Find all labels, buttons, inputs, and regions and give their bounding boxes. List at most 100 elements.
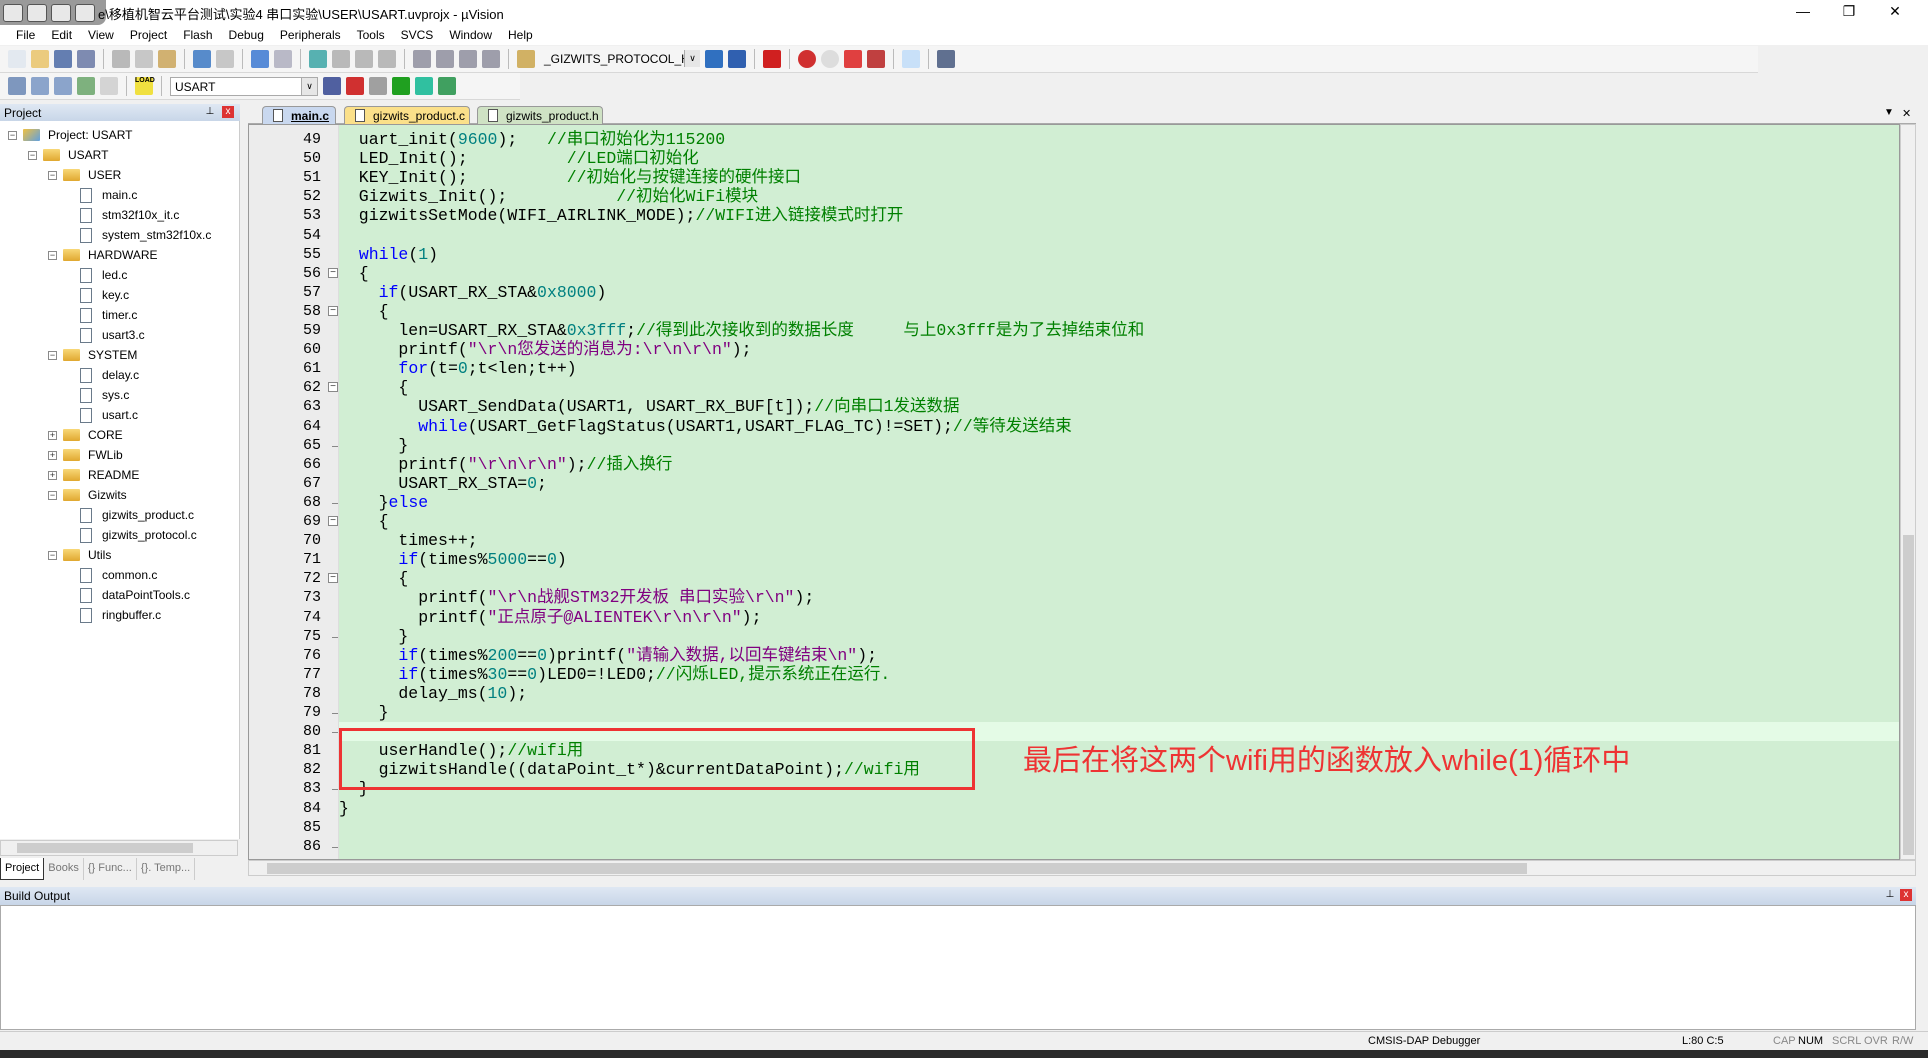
uncomment-icon[interactable] — [482, 50, 500, 68]
target-combo[interactable]: USART ∨ — [170, 76, 318, 96]
code-line[interactable]: if(times%30==0)LED0=!LED0;//闪烁LED,提示系统正在… — [339, 665, 890, 684]
panel-tab-books[interactable]: Books — [44, 858, 84, 880]
browse-icon[interactable] — [728, 50, 746, 68]
expand-icon[interactable]: + — [48, 470, 57, 480]
save-all-icon[interactable] — [77, 50, 95, 68]
menu-window[interactable]: Window — [441, 25, 500, 45]
tab-gizwits_product-h[interactable]: gizwits_product.h — [477, 106, 603, 124]
window-layout-icon[interactable] — [902, 50, 920, 68]
collapse-icon[interactable]: − — [8, 130, 17, 140]
pack-installer-icon[interactable] — [415, 77, 433, 95]
tree-item-sys-c[interactable]: sys.c — [80, 385, 129, 405]
menu-tools[interactable]: Tools — [349, 25, 393, 45]
tree-item-delay-c[interactable]: delay.c — [80, 365, 139, 385]
code-line[interactable]: { — [339, 512, 389, 531]
file-extensions-icon[interactable] — [369, 77, 387, 95]
kill-breakpoints-icon[interactable] — [867, 50, 885, 68]
find-in-files-icon[interactable] — [517, 50, 535, 68]
batch-build-icon[interactable] — [77, 77, 95, 95]
code-line[interactable]: if(times%5000==0) — [339, 550, 566, 569]
editor-horizontal-scrollbar[interactable] — [248, 860, 1916, 876]
fold-toggle-icon[interactable]: − — [328, 573, 338, 584]
menu-peripherals[interactable]: Peripherals — [272, 25, 349, 45]
chevron-down-icon[interactable]: ∨ — [301, 77, 317, 95]
tab-list-button[interactable]: ▼ — [1884, 107, 1894, 118]
menu-view[interactable]: View — [80, 25, 122, 45]
incremental-find-icon[interactable] — [705, 50, 723, 68]
code-line[interactable]: } — [339, 703, 389, 722]
code-line[interactable]: delay_ms(10); — [339, 684, 527, 703]
code-line[interactable]: KEY_Init(); //初始化与按键连接的硬件接口 — [339, 168, 801, 187]
tree-item-stm32f10x-it-c[interactable]: stm32f10x_it.c — [80, 205, 179, 225]
code-line[interactable]: } — [339, 799, 349, 818]
collapse-icon[interactable]: − — [48, 550, 57, 560]
panel-tab-functions[interactable]: {} Func... — [84, 858, 137, 880]
close-button[interactable]: ✕ — [1872, 0, 1918, 25]
stop-build-icon[interactable] — [100, 77, 118, 95]
fold-toggle-icon[interactable]: − — [328, 382, 338, 393]
code-line[interactable]: if(USART_RX_STA&0x8000) — [339, 283, 607, 302]
undo-icon[interactable] — [193, 50, 211, 68]
tree-item-gizwits-product-c[interactable]: gizwits_product.c — [80, 505, 194, 525]
code-line[interactable]: USART_RX_STA=0; — [339, 474, 547, 493]
menu-flash[interactable]: Flash — [175, 25, 220, 45]
code-line[interactable]: } — [339, 627, 408, 646]
tree-item-system[interactable]: − SYSTEM — [48, 345, 137, 365]
next-bookmark-icon[interactable] — [355, 50, 373, 68]
code-line[interactable]: USART_SendData(USART1, USART_RX_BUF[t]);… — [339, 397, 959, 416]
code-line[interactable]: }else — [339, 493, 429, 512]
tree-item-datapointtools-c[interactable]: dataPointTools.c — [80, 585, 190, 605]
tree-item-fwlib[interactable]: + FWLib — [48, 445, 123, 465]
unindent-icon[interactable] — [436, 50, 454, 68]
code-line[interactable]: for(t=0;t<len;t++) — [339, 359, 576, 378]
code-line[interactable]: uart_init(9600); //串口初始化为115200 — [339, 130, 725, 149]
tree-item-user[interactable]: − USER — [48, 165, 121, 185]
forward-icon[interactable] — [274, 50, 292, 68]
code-line[interactable]: Gizwits_Init(); //初始化WiFi模块 — [339, 187, 758, 206]
open-icon[interactable] — [31, 50, 49, 68]
configure-icon[interactable] — [937, 50, 955, 68]
code-line[interactable]: { — [339, 302, 389, 321]
clear-bookmarks-icon[interactable] — [378, 50, 396, 68]
tree-item-gizwits[interactable]: − Gizwits — [48, 485, 127, 505]
back-icon[interactable] — [251, 50, 269, 68]
code-line[interactable]: printf("正点原子@ALIENTEK\r\n\r\n"); — [339, 608, 761, 627]
maximize-button[interactable]: ❐ — [1826, 0, 1872, 25]
prev-bookmark-icon[interactable] — [332, 50, 350, 68]
code-line[interactable]: len=USART_RX_STA&0x3fff;//得到此次接收到的数据长度 与… — [339, 321, 1144, 340]
code-line[interactable]: LED_Init(); //LED端口初始化 — [339, 149, 699, 168]
rte-icon[interactable] — [438, 77, 456, 95]
tree-item-main-c[interactable]: main.c — [80, 185, 137, 205]
save-icon[interactable] — [54, 50, 72, 68]
tree-item-system-stm32f10x-c[interactable]: system_stm32f10x.c — [80, 225, 211, 245]
code-line[interactable]: { — [339, 378, 408, 397]
code-editor[interactable]: 49 uart_init(9600); //串口初始化为115200 50 LED… — [248, 124, 1900, 860]
comment-icon[interactable] — [459, 50, 477, 68]
disable-breakpoint-icon[interactable] — [821, 50, 839, 68]
panel-close-button[interactable]: x — [222, 106, 234, 118]
menu-file[interactable]: File — [8, 25, 43, 45]
code-line[interactable]: while(1) — [339, 245, 438, 264]
tree-item-usart3-c[interactable]: usart3.c — [80, 325, 145, 345]
close-tab-button[interactable]: ✕ — [1902, 107, 1911, 120]
scrollbar-thumb[interactable] — [1903, 535, 1914, 855]
project-horizontal-scrollbar[interactable] — [0, 840, 238, 856]
fold-toggle-icon[interactable]: − — [328, 305, 338, 316]
tab-gizwits_product-c[interactable]: gizwits_product.c — [344, 106, 470, 124]
code-line[interactable]: times++; — [339, 531, 477, 550]
target-options-icon[interactable] — [323, 77, 341, 95]
menu-svcs[interactable]: SVCS — [393, 25, 442, 45]
rebuild-icon[interactable] — [54, 77, 72, 95]
tree-item-led-c[interactable]: led.c — [80, 265, 127, 285]
collapse-icon[interactable]: − — [48, 350, 57, 360]
collapse-icon[interactable]: − — [48, 490, 57, 500]
chevron-down-icon[interactable]: ∨ — [684, 49, 700, 67]
code-line[interactable]: } — [339, 436, 408, 455]
tab-main-c[interactable]: main.c — [262, 106, 336, 124]
fold-toggle-icon[interactable]: − — [328, 516, 338, 526]
editor-vertical-scrollbar[interactable] — [1900, 124, 1916, 860]
find-combo[interactable]: _GIZWITS_PROTOCOL_H ∨ — [540, 49, 700, 69]
code-line[interactable]: if(times%200==0)printf("请输入数据,以回车键结束\n")… — [339, 646, 877, 665]
code-line[interactable]: while(USART_GetFlagStatus(USART1,USART_F… — [339, 417, 1072, 436]
redo-icon[interactable] — [216, 50, 234, 68]
